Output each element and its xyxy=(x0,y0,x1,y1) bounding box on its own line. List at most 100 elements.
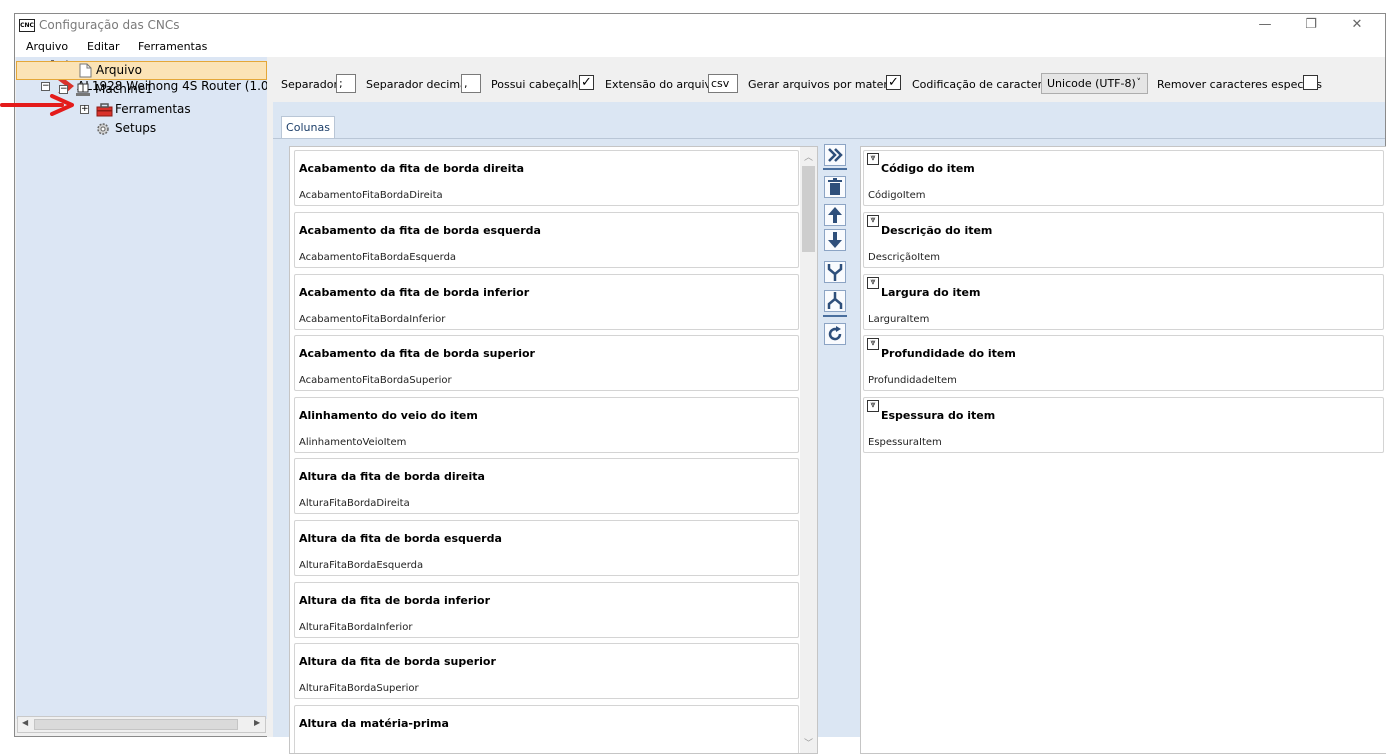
column-key: LarguraItem xyxy=(868,314,930,325)
scroll-left-icon[interactable]: ◀ xyxy=(22,718,28,727)
codificacao-select[interactable]: Unicode (UTF-8) ˅ xyxy=(1041,73,1148,94)
close-button[interactable]: ✕ xyxy=(1334,14,1380,37)
column-title: Acabamento da fita de borda inferior xyxy=(299,286,530,299)
split-icon xyxy=(827,292,843,309)
possui-cabecalho-label: Possui cabeçalho xyxy=(491,78,586,91)
scroll-thumb[interactable] xyxy=(34,719,238,730)
tree-horizontal-scrollbar[interactable]: ◀ ▶ xyxy=(17,716,266,733)
list-item[interactable]: Altura da fita de borda direita AlturaFi… xyxy=(294,458,799,514)
possui-cabecalho-checkbox[interactable]: ✓ xyxy=(579,75,594,90)
column-title: Código do item xyxy=(881,162,975,175)
double-chevron-right-icon xyxy=(828,148,843,162)
list-item[interactable]: Acabamento da fita de borda inferior Aca… xyxy=(294,274,799,330)
column-title: Acabamento da fita de borda direita xyxy=(299,162,525,175)
scroll-right-icon[interactable]: ▶ xyxy=(254,718,260,727)
merge-icon xyxy=(827,264,843,281)
expand-toggle-icon[interactable]: ⩔ xyxy=(867,277,879,289)
scroll-down-icon[interactable]: ﹀ xyxy=(804,736,813,749)
column-title: Altura da fita de borda esquerda xyxy=(299,532,502,545)
column-key: AcabamentoFitaBordaInferior xyxy=(299,314,446,325)
remover-caracteres-label: Remover caracteres especiais xyxy=(1157,78,1322,91)
move-up-button[interactable] xyxy=(824,204,846,226)
scroll-thumb[interactable] xyxy=(802,166,815,252)
column-title: Descrição do item xyxy=(881,224,993,237)
file-config-panel: Separador ; Separador decimal , Possui c… xyxy=(273,57,1386,754)
column-key: AlturaFitaBordaDireita xyxy=(299,498,410,509)
expand-toggle-icon[interactable]: ⩔ xyxy=(867,153,879,165)
delete-button[interactable] xyxy=(824,176,846,198)
menu-ferramentas[interactable]: Ferramentas xyxy=(138,40,207,53)
cnc-app-icon: CNC xyxy=(19,19,35,32)
expand-icon[interactable]: + xyxy=(80,105,89,114)
list-item[interactable]: Altura da fita de borda superior AlturaF… xyxy=(294,643,799,699)
list-item[interactable]: ⩔ Espessura do item EspessuraItem xyxy=(863,397,1384,453)
separador-input[interactable]: ; xyxy=(336,74,356,93)
document-icon xyxy=(79,63,92,78)
list-item[interactable]: Alinhamento do veio do item AlinhamentoV… xyxy=(294,397,799,453)
column-title: Altura da fita de borda superior xyxy=(299,655,496,668)
column-title: Profundidade do item xyxy=(881,347,1016,360)
column-key: AcabamentoFitaBordaEsquerda xyxy=(299,252,457,263)
tab-colunas[interactable]: Colunas xyxy=(281,116,335,139)
codificacao-label: Codificação de caracteres xyxy=(912,78,1055,91)
column-title: Acabamento da fita de borda esquerda xyxy=(299,224,541,237)
column-key: AcabamentoFitaBordaDireita xyxy=(299,190,443,201)
column-actions-toolbar xyxy=(821,144,851,374)
minimize-button[interactable]: — xyxy=(1242,14,1288,37)
move-down-button[interactable] xyxy=(824,229,846,251)
menu-arquivo[interactable]: Arquivo xyxy=(26,40,68,53)
tree-label-setups: Setups xyxy=(115,121,157,135)
window-title: Configuração das CNCs xyxy=(39,18,180,32)
available-columns-list: Acabamento da fita de borda direita Acab… xyxy=(289,146,818,754)
refresh-button[interactable] xyxy=(824,323,846,345)
column-key: AcabamentoFitaBordaSuperior xyxy=(299,375,452,386)
list-item[interactable]: Acabamento da fita de borda direita Acab… xyxy=(294,150,799,206)
restore-button[interactable]: ❐ xyxy=(1288,14,1334,37)
column-key: EspessuraItem xyxy=(868,437,942,448)
arrow-down-icon xyxy=(828,232,842,248)
list-item[interactable]: Altura da fita de borda inferior AlturaF… xyxy=(294,582,799,638)
tree-label-ferramentas: Ferramentas xyxy=(115,102,191,116)
separator xyxy=(823,315,847,317)
list-item[interactable]: ⩔ Código do item CódigoItem xyxy=(863,150,1384,206)
scroll-up-icon[interactable]: ︿ xyxy=(804,150,813,163)
split-button[interactable] xyxy=(824,290,846,312)
remover-caracteres-checkbox[interactable] xyxy=(1303,75,1318,90)
list-item[interactable]: Acabamento da fita de borda esquerda Aca… xyxy=(294,212,799,268)
extensao-input[interactable]: csv xyxy=(708,74,738,93)
gerar-arquivos-label: Gerar arquivos por material xyxy=(748,78,901,91)
list-item[interactable]: ⩔ Profundidade do item ProfundidadeItem xyxy=(863,335,1384,391)
title-bar: CNC Configuração das CNCs — ❐ ✕ xyxy=(15,14,1385,37)
toolbox-icon xyxy=(96,103,113,117)
columns-vertical-scrollbar[interactable]: ︿ ﹀ xyxy=(800,147,817,753)
list-item[interactable]: ⩔ Descrição do item DescriçãoItem xyxy=(863,212,1384,268)
list-item[interactable]: ⩔ Largura do item LarguraItem xyxy=(863,274,1384,330)
tree-item-arquivo-selected[interactable]: Arquivo xyxy=(16,61,267,80)
main-window: CNC Configuração das CNCs — ❐ ✕ Arquivo … xyxy=(14,13,1386,754)
gerar-arquivos-checkbox[interactable]: ✓ xyxy=(886,75,901,90)
separator xyxy=(823,168,847,170)
merge-button[interactable] xyxy=(824,261,846,283)
arrow-up-icon xyxy=(828,207,842,223)
list-item[interactable]: Altura da matéria-prima xyxy=(294,705,799,753)
export-options-toolbar: Separador ; Separador decimal , Possui c… xyxy=(273,63,1385,95)
expand-toggle-icon[interactable]: ⩔ xyxy=(867,215,879,227)
list-item[interactable]: Acabamento da fita de borda superior Aca… xyxy=(294,335,799,391)
codificacao-selected-value: Unicode (UTF-8) xyxy=(1047,77,1136,90)
separador-decimal-input[interactable]: , xyxy=(461,74,481,93)
add-all-button[interactable] xyxy=(824,144,846,166)
expand-toggle-icon[interactable]: ⩔ xyxy=(867,338,879,350)
column-title: Acabamento da fita de borda superior xyxy=(299,347,535,360)
column-title: Altura da fita de borda inferior xyxy=(299,594,491,607)
list-item[interactable]: Altura da fita de borda esquerda AlturaF… xyxy=(294,520,799,576)
collapse-icon[interactable]: − xyxy=(41,82,50,91)
trash-icon xyxy=(828,178,842,195)
collapse-icon[interactable]: − xyxy=(59,85,68,94)
menu-editar[interactable]: Editar xyxy=(87,40,120,53)
column-key: ProfundidadeItem xyxy=(868,375,957,386)
selected-columns-list: ⩔ Código do item CódigoItem ⩔ Descrição … xyxy=(860,146,1386,754)
column-key: AlturaFitaBordaSuperior xyxy=(299,683,419,694)
expand-toggle-icon[interactable]: ⩔ xyxy=(867,400,879,412)
column-key: AlturaFitaBordaEsquerda xyxy=(299,560,424,571)
tab-strip xyxy=(273,102,1385,139)
